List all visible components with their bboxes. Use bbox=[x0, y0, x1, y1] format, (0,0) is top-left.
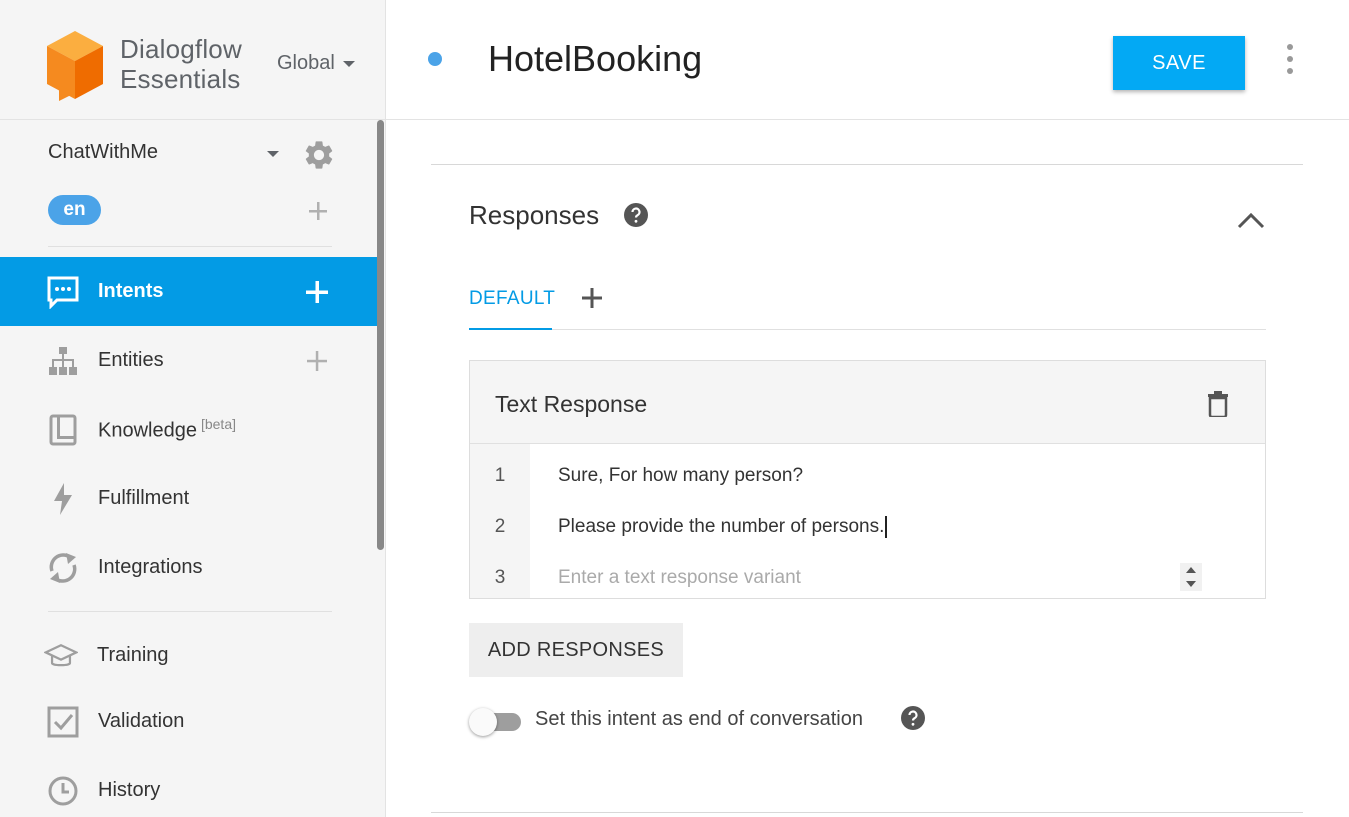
agent-name[interactable]: ChatWithMe bbox=[48, 141, 158, 164]
intent-header: HotelBooking SAVE bbox=[386, 0, 1349, 120]
sidebar-item-label: Intents bbox=[98, 280, 164, 302]
sidebar-item-label: Fulfillment bbox=[98, 487, 190, 509]
region-label: Global bbox=[277, 52, 335, 74]
dialogflow-logo-icon[interactable] bbox=[45, 29, 105, 101]
sidebar-item-knowledge[interactable]: Knowledge [beta] bbox=[0, 395, 378, 464]
add-intent-plus-icon[interactable] bbox=[305, 280, 329, 304]
checkbox-icon bbox=[46, 705, 80, 739]
agent-dropdown-caret-icon[interactable] bbox=[267, 151, 279, 157]
sidebar-item-validation[interactable]: Validation bbox=[0, 687, 378, 756]
tabs-divider bbox=[469, 329, 1266, 330]
response-row[interactable]: 1 Sure, For how many person? bbox=[470, 451, 1265, 502]
response-row[interactable]: 2 Please provide the number of persons. bbox=[470, 502, 1265, 553]
sidebar: Dialogflow Essentials Global ChatWithMe … bbox=[0, 0, 386, 817]
sync-icon bbox=[46, 551, 80, 585]
text-response-header: Text Response bbox=[470, 361, 1265, 444]
add-responses-button[interactable]: ADD RESPONSES bbox=[469, 623, 683, 677]
book-icon bbox=[46, 413, 80, 447]
line-number: 1 bbox=[494, 465, 506, 486]
sidebar-item-fulfillment[interactable]: Fulfillment bbox=[0, 464, 378, 533]
gear-icon[interactable] bbox=[302, 138, 336, 172]
arrow-down-icon bbox=[1186, 581, 1196, 587]
help-icon[interactable] bbox=[901, 706, 925, 730]
sidebar-item-label: Knowledge [beta] bbox=[98, 416, 236, 442]
end-conversation-label: Set this intent as end of conversation bbox=[535, 708, 863, 730]
graduation-cap-icon bbox=[44, 639, 78, 673]
trash-icon[interactable] bbox=[1206, 391, 1230, 417]
text-cursor bbox=[885, 516, 888, 538]
responses-section-title: Responses bbox=[469, 200, 600, 230]
sidebar-item-label: Training bbox=[97, 644, 169, 666]
region-selector[interactable]: Global bbox=[277, 52, 355, 75]
save-button[interactable]: SAVE bbox=[1113, 36, 1245, 90]
response-row[interactable]: 3 bbox=[470, 553, 1265, 604]
sidebar-item-entities[interactable]: Entities bbox=[0, 326, 378, 395]
sidebar-item-label: Entities bbox=[98, 349, 164, 371]
new-response-input[interactable] bbox=[558, 563, 1178, 593]
sidebar-item-intents[interactable]: Intents bbox=[0, 257, 378, 326]
add-language-plus-icon[interactable] bbox=[307, 200, 329, 222]
active-tab-indicator bbox=[469, 328, 552, 330]
line-number: 3 bbox=[494, 567, 506, 588]
resize-stepper[interactable] bbox=[1180, 563, 1202, 591]
text-response-title: Text Response bbox=[495, 391, 648, 417]
chevron-up-icon[interactable] bbox=[1237, 210, 1265, 230]
more-options-icon[interactable] bbox=[1280, 44, 1300, 74]
unsaved-status-dot bbox=[428, 52, 442, 66]
sidebar-item-label: History bbox=[98, 779, 161, 801]
response-text-editing[interactable]: Please provide the number of persons. bbox=[558, 516, 888, 538]
text-response-card: Text Response 1 Sure, For how many perso… bbox=[469, 360, 1266, 599]
sidebar-divider bbox=[48, 611, 332, 612]
tab-default[interactable]: DEFAULT bbox=[469, 288, 555, 310]
sidebar-item-label: Integrations bbox=[98, 556, 203, 578]
caret-down-icon bbox=[342, 60, 355, 67]
product-name: Dialogflow Essentials bbox=[120, 34, 242, 94]
brand-header: Dialogflow Essentials Global bbox=[0, 0, 386, 120]
add-entity-plus-icon[interactable] bbox=[305, 349, 329, 373]
bolt-icon bbox=[46, 482, 80, 516]
sidebar-item-label: Validation bbox=[98, 710, 185, 732]
toggle-knob bbox=[469, 708, 497, 736]
clock-icon bbox=[46, 774, 80, 808]
chat-bubble-icon bbox=[46, 275, 80, 309]
language-badge[interactable]: en bbox=[48, 195, 101, 225]
sidebar-item-integrations[interactable]: Integrations bbox=[0, 533, 378, 602]
hierarchy-icon bbox=[46, 344, 80, 378]
end-conversation-toggle[interactable] bbox=[469, 708, 521, 736]
sidebar-item-training[interactable]: Training bbox=[0, 621, 378, 690]
section-divider bbox=[431, 164, 1303, 165]
sidebar-divider bbox=[48, 246, 332, 247]
line-number: 2 bbox=[494, 516, 506, 537]
response-text[interactable]: Sure, For how many person? bbox=[558, 465, 803, 487]
section-divider bbox=[431, 812, 1303, 813]
sidebar-scrollbar[interactable] bbox=[377, 120, 384, 550]
intent-title[interactable]: HotelBooking bbox=[488, 38, 702, 80]
help-icon[interactable] bbox=[624, 203, 648, 227]
add-tab-plus-icon[interactable] bbox=[581, 287, 603, 309]
arrow-up-icon bbox=[1186, 567, 1196, 573]
beta-badge: [beta] bbox=[200, 416, 236, 433]
sidebar-item-history[interactable]: History bbox=[0, 756, 378, 817]
